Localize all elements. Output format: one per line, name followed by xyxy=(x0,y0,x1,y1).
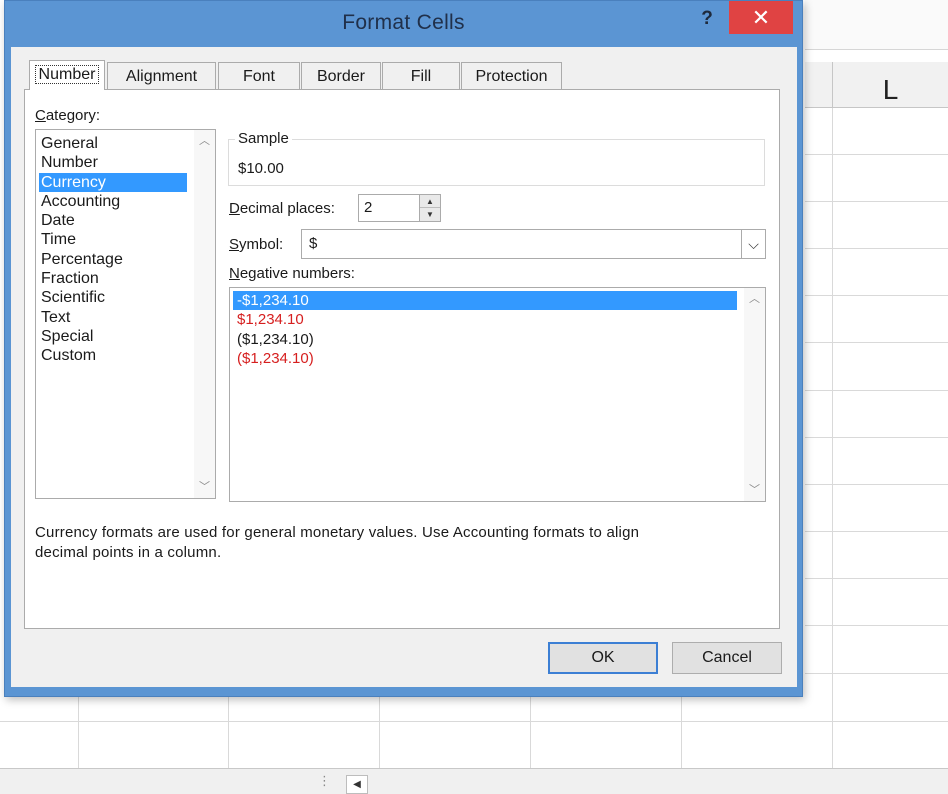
negative-format-item[interactable]: -$1,234.10 xyxy=(233,291,737,311)
category-item-fraction[interactable]: Fraction xyxy=(39,269,187,288)
decimal-places-spinner[interactable]: ▲ ▼ xyxy=(419,194,441,222)
category-listbox[interactable]: General Number Currency Accounting Date … xyxy=(35,129,216,499)
category-scrollbar[interactable]: ︿ ﹀ xyxy=(194,130,215,498)
category-label: Category: xyxy=(35,107,101,124)
scroll-left-button[interactable]: ◀ xyxy=(346,775,368,794)
category-item-custom[interactable]: Custom xyxy=(39,346,187,365)
symbol-selected-value: $ xyxy=(309,235,318,252)
negative-format-item[interactable]: $1,234.10 xyxy=(233,310,737,329)
dialog-client-area: Number Alignment Font Border Fill Protec… xyxy=(11,47,797,687)
category-item-date[interactable]: Date xyxy=(39,211,187,230)
category-item-general[interactable]: General xyxy=(39,134,187,153)
decimal-places-label: Decimal places: xyxy=(229,200,335,217)
category-item-special[interactable]: Special xyxy=(39,327,187,346)
chevron-up-icon[interactable]: ︿ xyxy=(194,130,215,152)
category-item-time[interactable]: Time xyxy=(39,230,187,249)
spin-up-icon[interactable]: ▲ xyxy=(420,195,440,208)
help-button[interactable]: ? xyxy=(695,7,719,31)
number-tab-page: Category: General Number Currency Accoun… xyxy=(24,89,780,629)
format-cells-dialog: Format Cells ? ✕ Number Alignment Font B… xyxy=(4,0,803,697)
column-header-l[interactable]: L xyxy=(832,62,948,108)
negative-format-item[interactable]: ($1,234.10) xyxy=(233,349,737,368)
category-item-number[interactable]: Number xyxy=(39,153,187,172)
description-line-2: decimal points in a column. xyxy=(35,543,222,561)
tab-alignment[interactable]: Alignment xyxy=(107,62,216,90)
sample-value: $10.00 xyxy=(238,160,284,177)
tab-font[interactable]: Font xyxy=(218,62,300,90)
chevron-down-icon[interactable]: ⌵ xyxy=(741,230,765,258)
tab-splitter-handle[interactable]: ⋮ xyxy=(318,774,331,788)
sheet-tab-bar xyxy=(0,768,948,794)
negative-numbers-listbox[interactable]: -$1,234.10 $1,234.10 ($1,234.10) ($1,234… xyxy=(229,287,766,502)
chevron-up-icon[interactable]: ︿ xyxy=(744,288,765,310)
category-description: Currency formats are used for general mo… xyxy=(35,523,735,562)
category-item-currency[interactable]: Currency xyxy=(39,172,187,192)
tab-number[interactable]: Number xyxy=(29,60,105,90)
ribbon-strip xyxy=(805,0,948,50)
category-item-accounting[interactable]: Accounting xyxy=(39,192,187,211)
sample-title: Sample xyxy=(235,130,292,147)
chevron-down-icon[interactable]: ﹀ xyxy=(194,476,215,498)
category-item-percentage[interactable]: Percentage xyxy=(39,250,187,269)
symbol-label: Symbol: xyxy=(229,236,284,253)
category-list-items: General Number Currency Accounting Date … xyxy=(39,134,187,366)
negative-numbers-label: Negative numbers: xyxy=(229,265,355,282)
symbol-select[interactable]: $ ⌵ xyxy=(301,229,766,259)
tab-border[interactable]: Border xyxy=(301,62,381,90)
spin-down-icon[interactable]: ▼ xyxy=(420,208,440,221)
negative-format-item[interactable]: ($1,234.10) xyxy=(233,330,737,349)
category-item-scientific[interactable]: Scientific xyxy=(39,288,187,307)
dialog-titlebar[interactable]: Format Cells ? ✕ xyxy=(5,1,802,47)
category-item-text[interactable]: Text xyxy=(39,308,187,327)
dialog-title: Format Cells xyxy=(342,11,465,34)
sample-group: Sample $10.00 xyxy=(228,130,765,186)
tab-fill[interactable]: Fill xyxy=(382,62,460,90)
ok-button[interactable]: OK xyxy=(548,642,658,674)
chevron-down-icon[interactable]: ﹀ xyxy=(744,479,765,501)
negative-numbers-scrollbar[interactable]: ︿ ﹀ xyxy=(744,288,765,501)
negative-numbers-items: -$1,234.10 $1,234.10 ($1,234.10) ($1,234… xyxy=(233,291,737,368)
description-line-1: Currency formats are used for general mo… xyxy=(35,524,640,541)
cancel-button[interactable]: Cancel xyxy=(672,642,782,674)
tab-protection[interactable]: Protection xyxy=(461,62,562,90)
decimal-places-input[interactable]: 2 xyxy=(358,194,422,222)
close-button[interactable]: ✕ xyxy=(729,1,793,34)
